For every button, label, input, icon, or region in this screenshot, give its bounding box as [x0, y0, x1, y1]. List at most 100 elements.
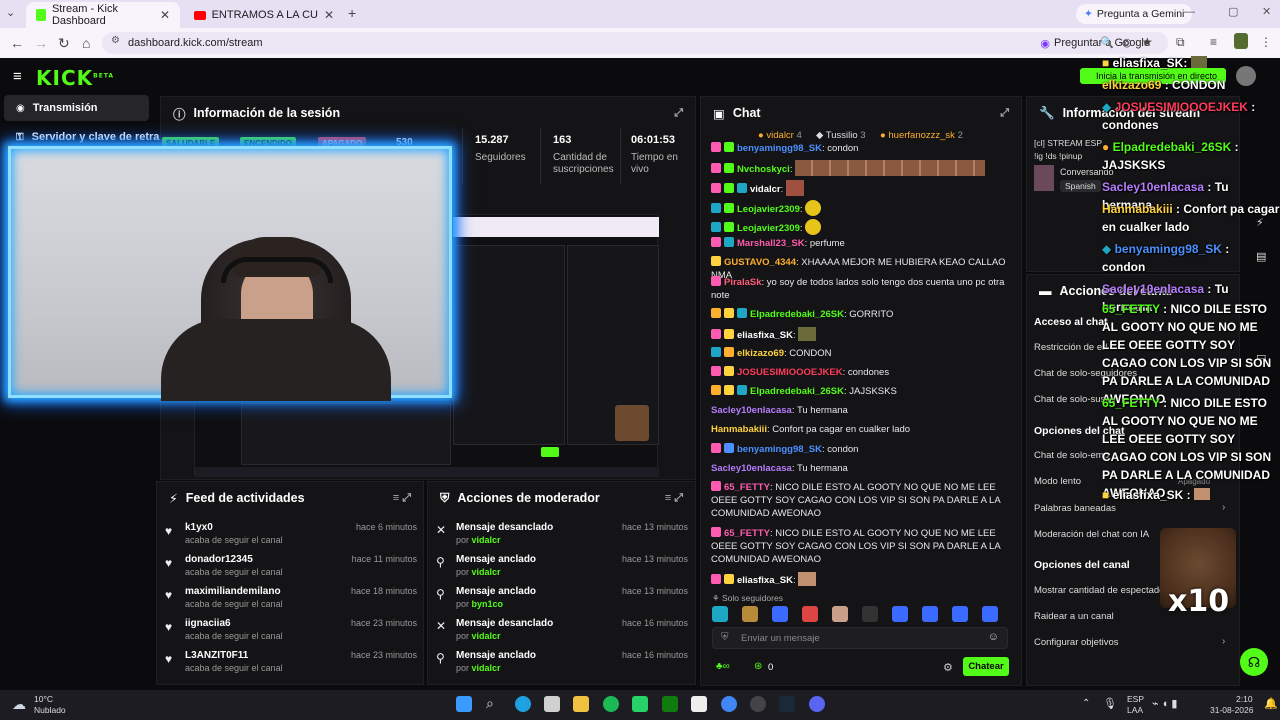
feed-user[interactable]: L3ANZIT0F11 [185, 650, 248, 661]
profile-avatar[interactable] [1234, 33, 1248, 49]
chat-input[interactable]: ⛨ Enviar un mensaje ☺ [712, 627, 1008, 649]
top-gifter[interactable]: ● vidalcr 4 [758, 130, 802, 141]
explorer-icon[interactable] [573, 696, 589, 712]
gemini-button[interactable]: ✦ Pregunta a Gemini [1076, 4, 1193, 24]
chevron-right-icon[interactable]: › [1222, 636, 1225, 647]
emote-icon[interactable] [952, 606, 968, 622]
chat-message[interactable]: elkizazo69: CONDON [711, 347, 1007, 360]
windows-start-icon[interactable] [456, 696, 472, 712]
site-info-icon[interactable]: ⚙ [111, 35, 120, 46]
xbox-icon[interactable] [662, 696, 678, 712]
feed-user[interactable]: k1yx0 [185, 522, 213, 533]
chat-message[interactable]: JOSUESIMIOOOEJKEK: condones [711, 366, 1007, 379]
obs-icon[interactable] [750, 696, 766, 712]
top-gifter[interactable]: ● huerfanozzz_sk 2 [880, 130, 963, 141]
zoom-icon[interactable]: 🔍 [1100, 36, 1114, 49]
chat-message[interactable]: benyamingg98_SK: condon [711, 142, 1007, 155]
close-window-icon[interactable]: ✕ [1262, 5, 1271, 18]
spotify-icon[interactable] [603, 696, 619, 712]
setting-raid[interactable]: Raidear a un canal [1034, 611, 1114, 622]
setting-ai-moderation[interactable]: Moderación del chat con IA [1034, 529, 1149, 540]
points-icon[interactable]: ⊛ [754, 661, 762, 672]
chat-message[interactable]: Elpadredebaki_26SK: JAJSKSKS [711, 385, 1007, 398]
ask-google-button[interactable]: ◉ Preguntar a Google [1040, 32, 1150, 54]
edge-icon[interactable] [515, 696, 531, 712]
menu-dots-icon[interactable]: ⋮ [1260, 35, 1272, 49]
keyboard-indicator[interactable]: LAA [1127, 705, 1143, 715]
feed-user[interactable]: maximiliandemilano [185, 586, 281, 597]
close-icon[interactable]: ✕ [160, 8, 170, 22]
chat-settings-icon[interactable]: ⚙ [943, 661, 953, 674]
setting-viewer-count[interactable]: Mostrar cantidad de espectador [1034, 585, 1168, 596]
bookmark-star-icon[interactable]: ★ [1142, 35, 1153, 49]
tray-chevron-icon[interactable]: ⌃ [1082, 698, 1090, 709]
extensions-icon[interactable]: ⧉ [1176, 35, 1185, 50]
setting-goals[interactable]: Configurar objetivos [1034, 637, 1119, 648]
reading-list-icon[interactable]: ≡ [1210, 35, 1217, 49]
emoji-icon[interactable]: ☺ [988, 631, 999, 643]
emote-icon[interactable] [742, 606, 758, 622]
chat-message[interactable]: Leojavier2309: [711, 200, 1007, 216]
reload-icon[interactable]: ↻ [58, 35, 70, 52]
discord-icon[interactable] [809, 696, 825, 712]
chat-message[interactable]: Hanmabakiii: Confort pa cagar en cualker… [711, 423, 1007, 436]
chat-message[interactable]: benyamingg98_SK: condon [711, 443, 1007, 456]
setting-subs-only[interactable]: Chat de solo-sus [1034, 394, 1105, 405]
emote-icon[interactable] [772, 606, 788, 622]
forward-icon[interactable]: → [34, 35, 48, 51]
clock-date[interactable]: 31-08-2026 [1210, 705, 1253, 715]
feed-user[interactable]: iignaciia6 [185, 618, 231, 629]
chat-message[interactable]: 65_FETTY: NICO DILE ESTO AL GOOTY NO QUE… [711, 527, 1007, 566]
chat-message[interactable]: Nvchoskyci: [711, 160, 1007, 176]
whatsapp-icon[interactable] [632, 696, 648, 712]
notification-bell-icon[interactable]: 🔔 [1264, 697, 1278, 710]
chat-message[interactable]: eliasfixa_SK: [711, 572, 1007, 587]
send-chat-button[interactable]: Chatear [963, 657, 1009, 676]
new-tab-icon[interactable]: + [348, 5, 356, 21]
mod-user[interactable]: vidalcr [472, 631, 501, 641]
help-headset-icon[interactable]: ☊ [1240, 648, 1268, 676]
snipping-icon[interactable] [691, 696, 707, 712]
setting-restriction[interactable]: Restricción de ed [1034, 342, 1107, 353]
weather-icon[interactable]: ☁ [12, 696, 26, 713]
chat-message[interactable]: PiralaSk: yo soy de todos lados solo ten… [711, 276, 1007, 302]
chat-message[interactable]: vidalcr: [711, 180, 1007, 196]
filter-icon[interactable]: ≡ ⤢ [665, 492, 683, 505]
top-gifter[interactable]: ◆ Tussilio 3 [816, 130, 866, 141]
close-icon[interactable]: ✕ [324, 8, 334, 22]
tab-kick-dashboard[interactable]: Stream - Kick Dashboard ✕ [26, 2, 180, 28]
store-icon[interactable] [544, 696, 560, 712]
maximize-icon[interactable]: ▢ [1228, 5, 1238, 18]
mod-user[interactable]: byn1co [472, 599, 504, 609]
chat-message[interactable]: Marshall23_SK: perfume [711, 237, 1007, 250]
tab-youtube[interactable]: ENTRAMOS A LA CUEVA DE LA ✕ [184, 2, 344, 28]
setting-banned-words[interactable]: Palabras baneadas [1034, 503, 1116, 514]
eye-off-icon[interactable]: ◎ [1122, 36, 1132, 49]
expand-icon[interactable]: ⤢ [674, 107, 683, 120]
steam-icon[interactable] [779, 696, 795, 712]
emote-bar[interactable] [712, 606, 1008, 624]
setting-slow-mode[interactable]: Modo lento [1034, 476, 1081, 487]
microphone-icon[interactable]: 🎙 [1103, 697, 1117, 710]
chrome-icon[interactable] [721, 696, 737, 712]
setting-emote-only[interactable]: Chat de solo-emo [1034, 450, 1109, 461]
url-input[interactable]: ⚙ dashboard.kick.com/stream [102, 32, 1168, 54]
kicks-icon[interactable]: ♣∞ [716, 661, 730, 672]
emote-icon[interactable] [922, 606, 938, 622]
chat-message[interactable]: Leojavier2309: [711, 219, 1007, 235]
chat-message[interactable]: Sacley10enlacasa: Tu hermana [711, 404, 1007, 417]
emote-icon[interactable] [862, 606, 878, 622]
sidebar-item-transmision[interactable]: ◉ Transmisión [4, 95, 149, 121]
chat-message[interactable]: Elpadredebaki_26SK: GORRITO [711, 308, 1007, 321]
network-icon[interactable]: ⌁ ◖ ▮ [1152, 697, 1177, 710]
kick-logo[interactable]: KICKBETA [36, 66, 114, 90]
search-icon[interactable]: ⌕ [486, 695, 494, 712]
chat-message[interactable]: eliasfixa_SK: [711, 327, 1007, 342]
filter-icon[interactable]: ≡ ⤢ [393, 492, 411, 505]
emote-icon[interactable] [892, 606, 908, 622]
chat-message[interactable]: 65_FETTY: NICO DILE ESTO AL GOOTY NO QUE… [711, 481, 1007, 520]
mod-user[interactable]: vidalcr [472, 663, 501, 673]
emote-icon[interactable] [712, 606, 728, 622]
chat-message[interactable]: Sacley10enlacasa: Tu hermana [711, 462, 1007, 475]
mod-user[interactable]: vidalcr [472, 567, 501, 577]
